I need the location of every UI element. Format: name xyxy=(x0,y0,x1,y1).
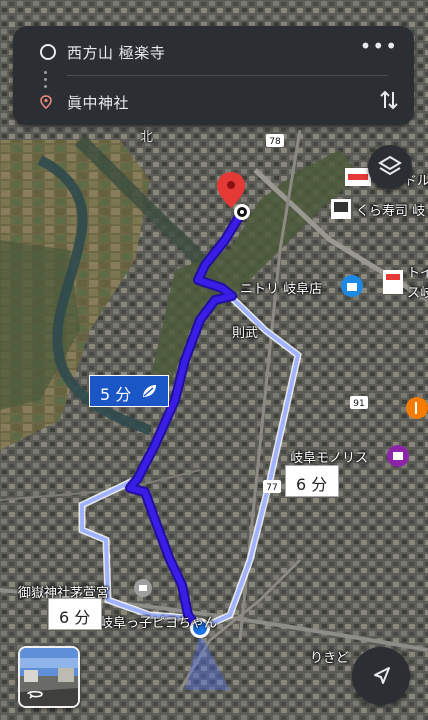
shrine-poi-icon[interactable] xyxy=(134,579,152,597)
bicycle-icon xyxy=(143,385,156,397)
destination-text[interactable]: 眞中神社 xyxy=(67,92,129,113)
road-shield-78: 78 xyxy=(266,134,284,147)
area-label-sokubu: 則武 xyxy=(232,326,259,341)
rotate-360-icon xyxy=(27,690,43,699)
directions-card: 西方山 極楽寺 眞中神社 ••• xyxy=(13,26,414,125)
poi-label-partial-toy: トイ xyxy=(407,266,428,281)
route-time-selected[interactable]: 5 分 xyxy=(89,375,169,407)
swap-directions-icon[interactable] xyxy=(378,88,400,112)
svg-text:77: 77 xyxy=(266,483,277,493)
layers-icon xyxy=(378,155,402,176)
layers-button[interactable] xyxy=(368,145,412,189)
route-time-label: 5 分 xyxy=(100,385,132,404)
destination-row[interactable]: 眞中神社 xyxy=(13,80,414,124)
kura-logo-icon xyxy=(331,199,351,219)
toy-store-logo-icon xyxy=(383,270,403,294)
poi-label-piyo[interactable]: 岐阜っ子ピヨちゃん xyxy=(100,612,217,631)
road-shield-77: 77 xyxy=(263,480,281,493)
route-time-label: 6 分 xyxy=(59,608,91,627)
area-label-partial-kita: 北 xyxy=(140,130,154,145)
food-poi-icon[interactable] xyxy=(406,397,428,419)
destination-pin-small-icon xyxy=(40,95,52,109)
poi-label-kura[interactable]: くら寿司 岐 xyxy=(356,200,425,219)
shopping-bag-icon[interactable] xyxy=(341,275,363,297)
route-time-alt-west[interactable]: 6 分 xyxy=(48,598,102,630)
monolith-poi-icon[interactable] xyxy=(387,445,409,467)
origin-text[interactable]: 西方山 極楽寺 xyxy=(67,42,165,63)
poi-label-monolith[interactable]: 岐阜モノリス xyxy=(290,447,368,466)
route-time-label: 6 分 xyxy=(296,475,328,494)
route-time-alt-east[interactable]: 6 分 xyxy=(285,465,339,497)
poi-label-rikido[interactable]: りきど xyxy=(310,647,349,666)
svg-text:78: 78 xyxy=(269,137,281,147)
street-view-thumbnail[interactable] xyxy=(18,646,80,708)
divider xyxy=(67,75,388,76)
road-shield-91: 91 xyxy=(350,396,368,409)
more-options-icon[interactable]: ••• xyxy=(360,36,398,56)
origin-row[interactable]: 西方山 極楽寺 xyxy=(13,30,414,74)
navigation-button[interactable] xyxy=(352,647,410,705)
navigation-arrow-icon xyxy=(374,667,390,684)
poi-label-nitori[interactable]: ニトリ 岐阜店 xyxy=(240,278,322,297)
svg-text:91: 91 xyxy=(353,399,364,409)
origin-circle-icon xyxy=(40,44,56,60)
poi-label-partial-su: ス岐 xyxy=(407,286,428,301)
